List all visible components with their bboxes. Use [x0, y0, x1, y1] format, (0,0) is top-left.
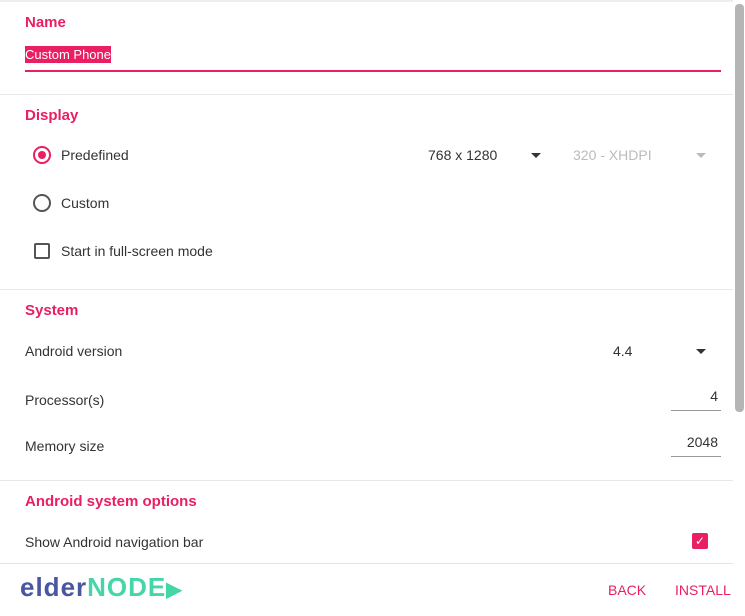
- back-button[interactable]: BACK: [608, 582, 646, 598]
- android-version-label: Android version: [25, 343, 123, 359]
- custom-radio[interactable]: [33, 194, 51, 212]
- install-button[interactable]: INSTALL: [675, 582, 731, 598]
- density-dropdown: 320 - XHDPI: [573, 147, 652, 163]
- resolution-dropdown[interactable]: 768 x 1280: [428, 147, 497, 163]
- nav-bar-label: Show Android navigation bar: [25, 534, 204, 550]
- chevron-down-icon[interactable]: [696, 349, 706, 354]
- android-options-heading: Android system options: [25, 493, 197, 510]
- name-section: Name Custom Phone: [0, 2, 733, 95]
- name-value: Custom Phone: [25, 46, 111, 63]
- memory-input[interactable]: 2048: [671, 432, 721, 457]
- chevron-down-icon: [696, 153, 706, 158]
- processors-input[interactable]: 4: [671, 386, 721, 411]
- play-arrow-icon: ▶: [166, 579, 183, 601]
- fullscreen-checkbox[interactable]: [34, 243, 50, 259]
- scrollbar[interactable]: [735, 4, 744, 412]
- display-heading: Display: [25, 107, 79, 124]
- system-heading: System: [25, 302, 79, 319]
- logo-text-elder: elder: [20, 572, 88, 602]
- memory-label: Memory size: [25, 438, 105, 454]
- nav-bar-checkbox[interactable]: ✓: [692, 533, 708, 549]
- custom-label: Custom: [61, 195, 110, 211]
- name-input[interactable]: Custom Phone: [25, 46, 721, 72]
- display-section: Display Predefined 768 x 1280 320 - XHDP…: [0, 95, 733, 290]
- eldernode-logo: eldernode▶: [20, 572, 183, 603]
- chevron-down-icon[interactable]: [531, 153, 541, 158]
- android-version-dropdown[interactable]: 4.4: [613, 343, 632, 359]
- logo-text-node: node: [87, 572, 167, 602]
- predefined-label: Predefined: [61, 147, 129, 163]
- settings-panel: Name Custom Phone Display Predefined 768…: [0, 0, 733, 564]
- system-section: System Android version 4.4 Processor(s) …: [0, 290, 733, 481]
- name-heading: Name: [25, 14, 66, 31]
- predefined-radio[interactable]: [33, 146, 51, 164]
- fullscreen-label: Start in full-screen mode: [61, 243, 213, 259]
- android-options-section: Android system options Show Android navi…: [0, 481, 733, 563]
- processors-label: Processor(s): [25, 392, 105, 408]
